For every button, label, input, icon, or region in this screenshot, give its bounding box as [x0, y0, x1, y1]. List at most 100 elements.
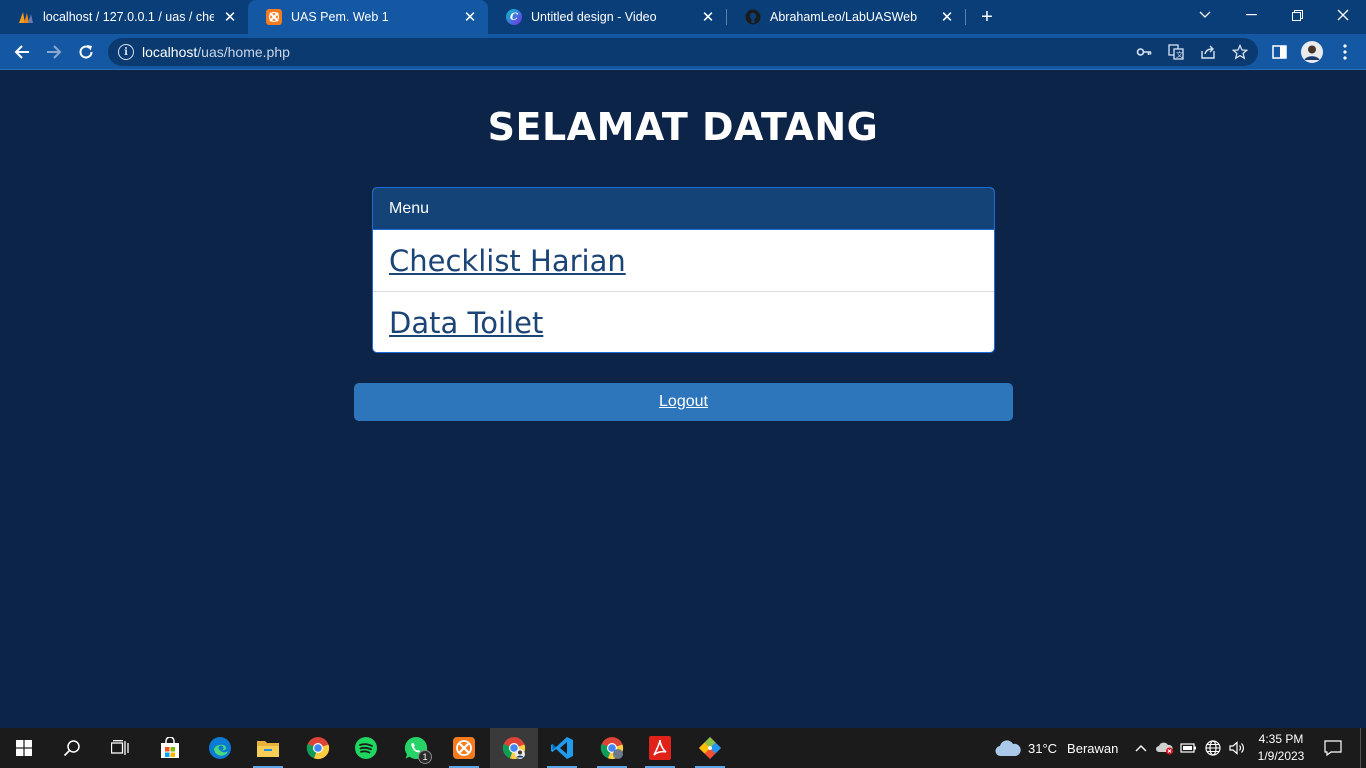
side-panel-icon — [1271, 45, 1287, 59]
canva-icon: C — [506, 9, 522, 25]
close-tab-icon[interactable]: ✕ — [939, 9, 955, 26]
arrow-left-icon — [14, 45, 29, 59]
close-icon — [1337, 9, 1349, 21]
share-icon[interactable] — [1198, 42, 1218, 62]
start-icon — [16, 740, 32, 756]
bookmark-star-icon[interactable] — [1230, 42, 1250, 62]
more-vertical-icon — [1343, 44, 1347, 60]
volume-tray[interactable] — [1226, 728, 1248, 768]
side-panel-button[interactable] — [1267, 40, 1291, 64]
chevron-up-icon — [1135, 745, 1147, 752]
chrome-icon — [600, 737, 624, 760]
minimize-icon — [1245, 14, 1257, 16]
taskbar-vscode[interactable] — [538, 728, 586, 768]
taskbar-chrome-2[interactable] — [588, 728, 636, 768]
back-button[interactable] — [10, 40, 34, 64]
translate-icon[interactable]: 文 — [1166, 42, 1186, 62]
acrobat-icon — [649, 736, 671, 760]
phpmyadmin-icon — [18, 9, 34, 25]
notification-center-button[interactable] — [1320, 728, 1346, 768]
password-key-icon[interactable] — [1134, 42, 1154, 62]
task-view-icon — [111, 740, 129, 755]
github-icon — [745, 9, 761, 25]
taskbar-chrome[interactable] — [294, 728, 342, 768]
page-title: SELAMAT DATANG — [487, 105, 879, 149]
arrow-right-icon — [47, 45, 62, 59]
taskbar-whatsapp[interactable]: 1 — [392, 728, 440, 768]
taskbar-file-explorer[interactable] — [244, 728, 292, 768]
clock-time: 4:35 PM — [1258, 732, 1304, 746]
search-button[interactable] — [48, 728, 96, 768]
weather-widget[interactable]: 31°C Berawan — [994, 728, 1118, 768]
show-desktop-button[interactable] — [1360, 728, 1366, 768]
tab-phpmyadmin[interactable]: localhost / 127.0.0.1 / uas / checklist … — [0, 0, 248, 34]
tab-title: localhost / 127.0.0.1 / uas / checklist — [43, 10, 214, 24]
list-item: Data Toilet — [373, 292, 994, 352]
microsoft-store-icon — [161, 737, 179, 758]
tab-title: Untitled design - Video — [531, 10, 657, 24]
reload-button[interactable] — [74, 40, 98, 64]
avatar-icon — [1301, 41, 1323, 63]
vscode-icon — [551, 737, 573, 759]
new-tab-button[interactable]: + — [976, 6, 998, 28]
checklist-harian-link[interactable]: Checklist Harian — [389, 244, 626, 278]
onedrive-tray[interactable] — [1154, 728, 1176, 768]
taskbar-acrobat[interactable] — [636, 728, 684, 768]
taskbar-git[interactable] — [686, 728, 734, 768]
browser-toolbar: i localhost/uas/home.php 文 — [0, 34, 1366, 70]
notification-badge: 1 — [418, 750, 432, 764]
tab-uas-pem-web[interactable]: UAS Pem. Web 1 ✕ — [248, 0, 488, 34]
close-tab-icon[interactable]: ✕ — [700, 9, 716, 26]
data-toilet-link[interactable]: Data Toilet — [389, 306, 543, 340]
close-tab-icon[interactable]: ✕ — [222, 9, 238, 26]
taskbar-xampp[interactable] — [440, 728, 488, 768]
xampp-icon — [453, 737, 475, 759]
restore-button[interactable] — [1274, 0, 1320, 30]
spotify-icon — [355, 737, 377, 759]
reload-icon — [79, 45, 93, 59]
site-info-icon[interactable]: i — [118, 44, 134, 60]
chrome-icon — [306, 737, 330, 760]
network-tray[interactable] — [1202, 728, 1224, 768]
onedrive-error-icon — [1156, 742, 1173, 755]
system-clock[interactable]: 4:35 PM 1/9/2023 — [1252, 728, 1310, 768]
chevron-down-icon — [1199, 11, 1211, 18]
tab-title: AbrahamLeo/LabUASWeb — [770, 10, 918, 24]
file-explorer-icon — [257, 741, 279, 757]
tab-title: UAS Pem. Web 1 — [291, 10, 389, 24]
clock-date: 1/9/2023 — [1257, 749, 1305, 763]
page-content: SELAMAT DATANG Menu Checklist Harian Dat… — [0, 71, 1366, 728]
battery-plug-icon — [1180, 743, 1196, 753]
taskbar-spotify[interactable] — [342, 728, 390, 768]
address-bar[interactable]: i localhost/uas/home.php 文 — [108, 38, 1258, 66]
task-view-button[interactable] — [96, 728, 144, 768]
start-button[interactable] — [0, 728, 48, 768]
close-window-button[interactable] — [1320, 0, 1366, 30]
list-item: Checklist Harian — [373, 230, 994, 292]
browser-menu-button[interactable] — [1333, 40, 1357, 64]
restore-icon — [1291, 9, 1303, 21]
logout-button[interactable]: Logout — [354, 383, 1013, 421]
tab-search-button[interactable] — [1182, 0, 1228, 30]
edge-icon — [209, 737, 231, 759]
minimize-button[interactable] — [1228, 0, 1274, 30]
tab-separator — [965, 9, 966, 25]
taskbar-microsoft-store[interactable] — [146, 728, 194, 768]
browser-tabstrip: localhost / 127.0.0.1 / uas / checklist … — [0, 0, 1366, 34]
profile-avatar[interactable] — [1300, 40, 1324, 64]
svg-text:文: 文 — [1176, 50, 1183, 59]
chrome-profile-icon — [502, 737, 526, 760]
tab-canva[interactable]: C Untitled design - Video ✕ — [488, 0, 726, 34]
speaker-icon — [1229, 741, 1244, 755]
cloud-icon — [995, 740, 1021, 757]
menu-card: Menu Checklist Harian Data Toilet — [372, 187, 995, 353]
taskbar-chrome-profile[interactable] — [490, 728, 538, 768]
close-tab-icon[interactable]: ✕ — [462, 9, 478, 26]
battery-tray[interactable] — [1178, 728, 1200, 768]
tab-github[interactable]: AbrahamLeo/LabUASWeb ✕ — [727, 0, 965, 34]
forward-button[interactable] — [42, 40, 66, 64]
taskbar-edge[interactable] — [196, 728, 244, 768]
weather-temperature: 31°C — [1028, 740, 1058, 756]
xampp-icon — [266, 9, 282, 25]
show-hidden-icons-button[interactable] — [1131, 728, 1151, 768]
